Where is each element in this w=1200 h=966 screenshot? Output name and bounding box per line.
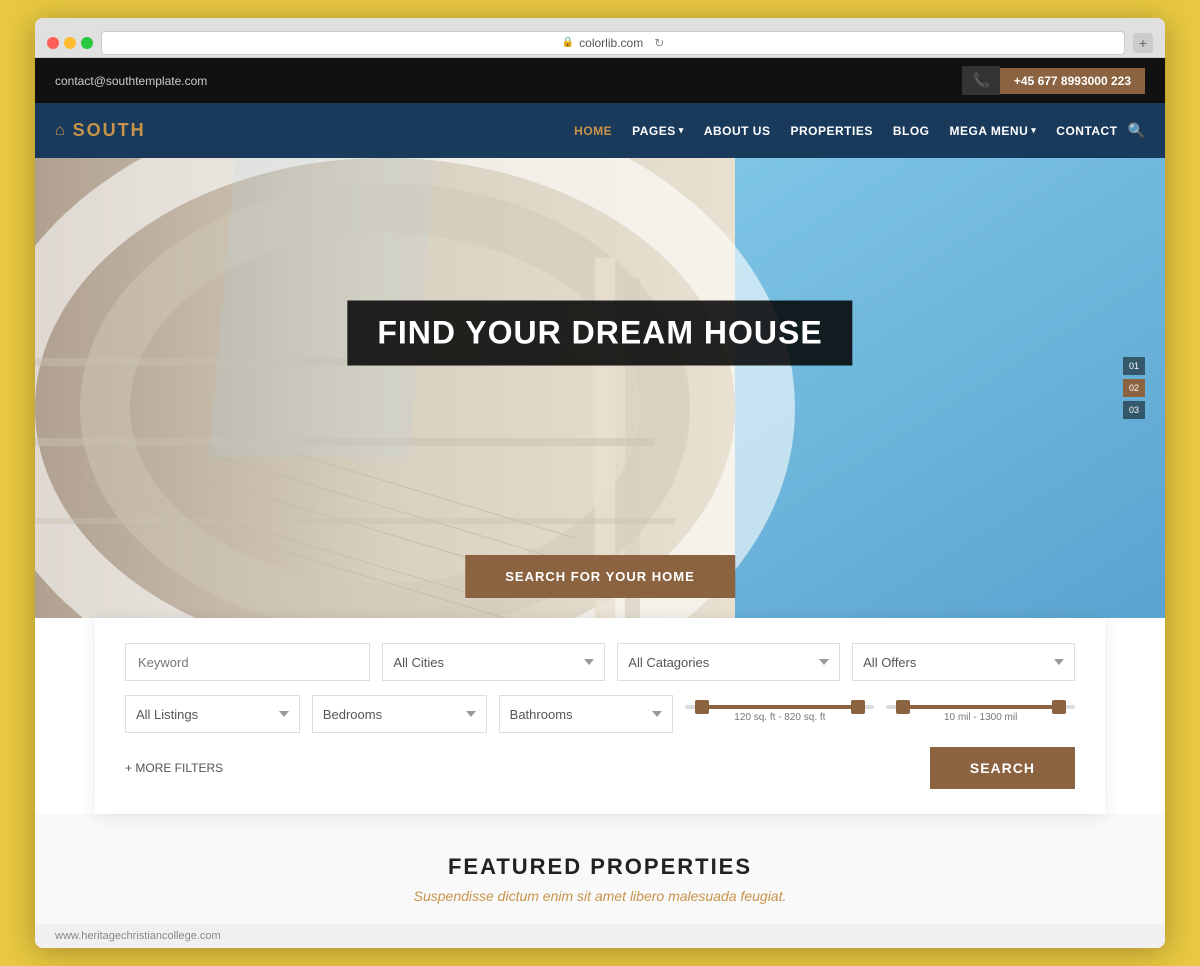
price-range: 10 mil - 1300 mil: [886, 705, 1075, 723]
top-bar: contact@southtemplate.com 📞 +45 677 8993…: [35, 58, 1165, 103]
logo[interactable]: ⌂ SOUTH: [55, 120, 146, 141]
search-icon[interactable]: 🔍: [1128, 122, 1145, 139]
sqft-label: 120 sq. ft - 820 sq. ft: [685, 712, 874, 723]
search-panel: All Cities New York Los Angeles All Cata…: [95, 618, 1105, 814]
nav-link-mega[interactable]: MEGA MENU ▾: [950, 124, 1037, 138]
nav-item-contact[interactable]: CONTACT: [1056, 122, 1117, 140]
categories-select[interactable]: All Catagories Apartment House: [617, 643, 840, 681]
sqft-thumb-right[interactable]: [851, 700, 865, 714]
main-nav: ⌂ SOUTH HOME PAGES ▾ ABOUT US PROPERTIES…: [35, 103, 1165, 158]
nav-links: HOME PAGES ▾ ABOUT US PROPERTIES BLOG ME…: [574, 122, 1117, 140]
search-row-1: All Cities New York Los Angeles All Cata…: [125, 643, 1075, 681]
browser-frame: 🔒 colorlib.com ↻ + contact@southtemplate…: [35, 18, 1165, 948]
listings-select[interactable]: All Listings New Featured: [125, 695, 300, 733]
sqft-range: 120 sq. ft - 820 sq. ft: [685, 705, 874, 723]
offers-select[interactable]: All Offers For Sale For Rent: [852, 643, 1075, 681]
new-tab-button[interactable]: +: [1133, 33, 1153, 53]
address-bar[interactable]: 🔒 colorlib.com ↻: [101, 31, 1125, 55]
nav-item-about[interactable]: ABOUT US: [704, 122, 771, 140]
close-button[interactable]: [47, 37, 59, 49]
lock-icon: 🔒: [562, 37, 574, 48]
featured-subtitle: Suspendisse dictum enim sit amet libero …: [55, 888, 1145, 904]
sqft-fill: [695, 705, 865, 709]
price-fill: [896, 705, 1066, 709]
browser-chrome: 🔒 colorlib.com ↻ +: [35, 18, 1165, 58]
phone-icon-wrap: 📞: [962, 66, 999, 95]
nav-link-pages[interactable]: PAGES ▾: [632, 124, 684, 138]
nav-item-home[interactable]: HOME: [574, 122, 612, 140]
hero-title: FIND YOUR DREAM HOUSE: [347, 300, 852, 365]
featured-section: FEATURED PROPERTIES Suspendisse dictum e…: [35, 814, 1165, 924]
nav-link-home[interactable]: HOME: [574, 124, 612, 138]
phone-icon: 📞: [972, 72, 989, 89]
phone-number[interactable]: +45 677 8993000 223: [1000, 68, 1145, 94]
search-row-bottom: + MORE FILTERS SEARCH: [125, 747, 1075, 789]
sqft-thumb-left[interactable]: [695, 700, 709, 714]
nav-link-blog[interactable]: BLOG: [893, 124, 930, 138]
hero-background: [35, 158, 1165, 618]
cities-select[interactable]: All Cities New York Los Angeles: [382, 643, 605, 681]
nav-item-pages[interactable]: PAGES ▾: [632, 124, 684, 138]
hero-building-svg: [35, 158, 1165, 618]
hero-section: FIND YOUR DREAM HOUSE 01 02 03 SEARCH FO…: [35, 158, 1165, 618]
nav-link-properties[interactable]: PROPERTIES: [790, 124, 872, 138]
search-button[interactable]: SEARCH: [930, 747, 1075, 789]
maximize-button[interactable]: [81, 37, 93, 49]
traffic-lights: [47, 37, 93, 49]
keyword-input[interactable]: [125, 643, 370, 681]
search-row-2: All Listings New Featured Bedrooms 1 2 3…: [125, 695, 1075, 733]
nav-link-contact[interactable]: CONTACT: [1056, 124, 1117, 138]
price-thumb-right[interactable]: [1052, 700, 1066, 714]
slide-2[interactable]: 02: [1123, 379, 1145, 397]
footer-url: www.heritagechristiancollege.com: [55, 930, 221, 942]
featured-title: FEATURED PROPERTIES: [55, 854, 1145, 880]
price-thumb-left[interactable]: [896, 700, 910, 714]
logo-text: SOUTH: [73, 120, 146, 141]
top-bar-right: 📞 +45 677 8993000 223: [962, 66, 1145, 95]
more-filters-link[interactable]: + MORE FILTERS: [125, 761, 223, 775]
price-label: 10 mil - 1300 mil: [886, 712, 1075, 723]
slide-1[interactable]: 01: [1123, 357, 1145, 375]
sqft-track: [685, 705, 874, 709]
refresh-icon[interactable]: ↻: [654, 36, 664, 50]
logo-icon: ⌂: [55, 122, 67, 140]
search-home-button[interactable]: SEARCH FOR YOUR HOME: [465, 555, 735, 598]
price-track: [886, 705, 1075, 709]
minimize-button[interactable]: [64, 37, 76, 49]
slide-3[interactable]: 03: [1123, 401, 1145, 419]
bedrooms-select[interactable]: Bedrooms 1 2 3: [312, 695, 487, 733]
bathrooms-select[interactable]: Bathrooms 1 2 3: [499, 695, 674, 733]
nav-item-properties[interactable]: PROPERTIES: [790, 122, 872, 140]
nav-item-blog[interactable]: BLOG: [893, 122, 930, 140]
nav-item-mega[interactable]: MEGA MENU ▾: [950, 124, 1037, 138]
site-footer: www.heritagechristiancollege.com: [35, 924, 1165, 948]
slide-indicators: 01 02 03: [1123, 357, 1145, 419]
url-text: colorlib.com: [579, 36, 643, 50]
nav-link-about[interactable]: ABOUT US: [704, 124, 771, 138]
contact-email: contact@southtemplate.com: [55, 74, 207, 88]
